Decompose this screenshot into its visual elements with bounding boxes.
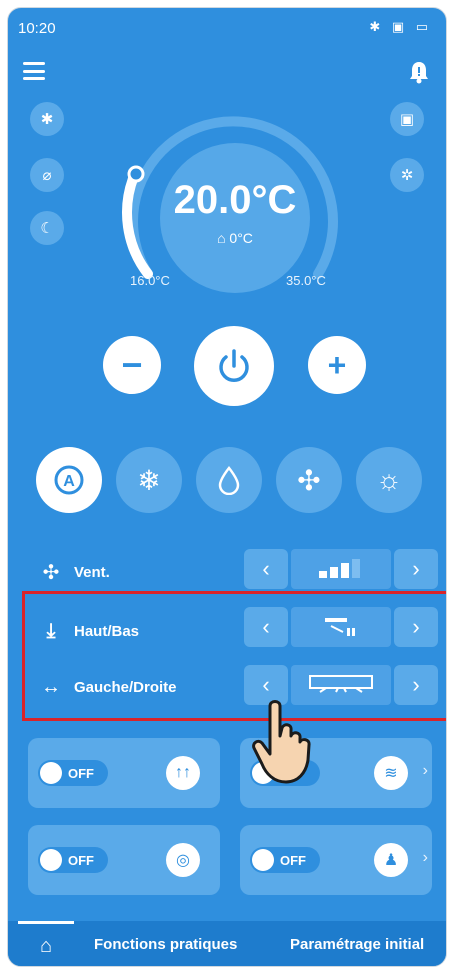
chevron-right-icon: › — [422, 849, 428, 866]
fan-speed-prev-button[interactable]: ‹ — [244, 549, 288, 589]
house-icon: ⌂ — [217, 230, 226, 246]
hamburger-icon[interactable] — [22, 62, 46, 80]
sun-icon[interactable]: ☼ — [356, 447, 422, 513]
power-icon — [219, 349, 249, 382]
airflow-icon: ↑↑ — [166, 756, 200, 790]
function-card-person[interactable]: OFF ♟ › — [240, 825, 432, 895]
pointing-hand-icon — [252, 700, 311, 784]
bottom-navigation: ⌂ Fonctions pratiques Paramétrage initia… — [8, 921, 446, 966]
toggle-switch[interactable]: OFF — [38, 847, 108, 873]
app-screen: 10:20 ✱ ▣ ▭ ✱ ⌀ ☾ ▣ ✲ 20.0°C ⌂ 0°C 16.0°… — [7, 7, 447, 967]
increase-temp-button[interactable]: + — [308, 336, 366, 394]
swing-highlight-box — [22, 591, 446, 721]
tab-parametrage-initial[interactable]: Paramétrage initial — [290, 921, 424, 966]
person-icon: ♟ — [374, 843, 408, 877]
droplet-icon[interactable] — [196, 447, 262, 513]
tab-fonctions-pratiques[interactable]: Fonctions pratiques — [94, 921, 237, 966]
temp-range-max: 35.0°C — [286, 273, 326, 288]
status-time: 10:20 — [18, 20, 56, 37]
fan-speed-next-button[interactable]: › — [394, 549, 438, 589]
waves-icon: ≋ — [374, 756, 408, 790]
vent-label: ✣ Vent. — [38, 560, 110, 585]
fan-spin-icon[interactable]: ✲ — [390, 158, 424, 192]
svg-text:A: A — [63, 473, 75, 490]
decrease-temp-button[interactable]: − — [103, 336, 161, 394]
temp-range-min: 16.0°C — [130, 273, 170, 288]
status-icons: ✱ ▣ ▭ — [369, 19, 432, 34]
power-button[interactable] — [194, 326, 274, 406]
status-bar: 10:20 ✱ ▣ ▭ — [8, 8, 446, 48]
fan-icon: ✣ — [42, 562, 60, 584]
moon-timer-icon[interactable]: ☾ — [30, 211, 64, 245]
fan-mode-icon[interactable]: ✣ — [276, 447, 342, 513]
setpoint-temperature: 20.0°C — [173, 178, 297, 222]
function-card-light[interactable]: OFF ◎ — [28, 825, 220, 895]
bluetooth-icon[interactable]: ✱ — [30, 102, 64, 136]
mode-auto-button[interactable]: A — [36, 447, 102, 513]
home-icon[interactable]: ⌂ — [18, 921, 74, 966]
bulb-icon: ◎ — [166, 843, 200, 877]
bell-icon[interactable] — [406, 58, 432, 86]
fan-speed-level — [291, 549, 391, 589]
chevron-right-icon: › — [422, 762, 428, 779]
toggle-switch[interactable]: OFF — [38, 760, 108, 786]
function-card-airflow[interactable]: OFF ↑↑ — [28, 738, 220, 808]
auto-mode-icon: A — [54, 465, 84, 495]
schedule-icon[interactable]: ▣ — [390, 102, 424, 136]
fan-speed-control: ‹ › — [244, 549, 438, 589]
no-fan-icon[interactable]: ⌀ — [30, 158, 64, 192]
snowflake-icon[interactable]: ❄ — [116, 447, 182, 513]
indoor-temperature: ⌂ 0°C — [217, 230, 253, 246]
toggle-switch[interactable]: OFF — [250, 847, 320, 873]
